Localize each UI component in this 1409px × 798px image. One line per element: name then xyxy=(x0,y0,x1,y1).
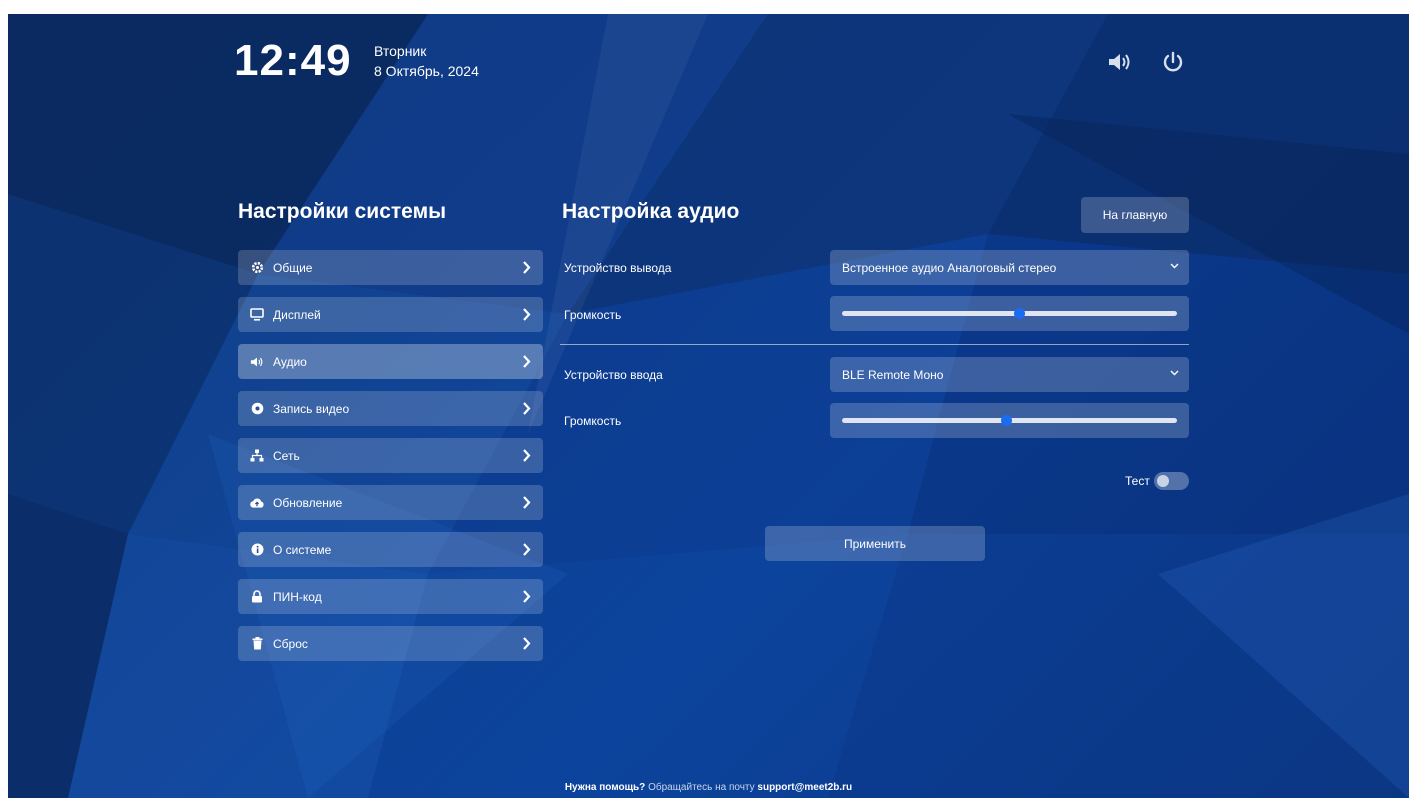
toggle-knob xyxy=(1157,475,1169,487)
menu-item-label: Сброс xyxy=(273,636,308,651)
input-volume-slider[interactable] xyxy=(830,403,1189,438)
divider xyxy=(560,344,1189,345)
chevron-down-icon xyxy=(1170,370,1179,376)
top-icons xyxy=(1107,48,1187,76)
output-device-select[interactable]: Встроенное аудио Аналоговый стерео xyxy=(830,250,1189,285)
cloud-upload-icon xyxy=(250,496,264,510)
gear-icon xyxy=(250,261,264,275)
clock-time: 12:49 xyxy=(234,36,352,85)
test-toggle[interactable] xyxy=(1154,472,1189,490)
background-pattern xyxy=(8,14,1409,798)
chevron-right-icon xyxy=(523,402,531,415)
chevron-right-icon xyxy=(523,637,531,650)
record-icon xyxy=(250,402,264,416)
info-icon xyxy=(250,543,264,557)
weekday: Вторник xyxy=(374,43,427,59)
screen: 12:49 Вторник 8 Октябрь, 2024 Настройки … xyxy=(8,14,1409,798)
chevron-down-icon xyxy=(1170,263,1179,269)
menu-item-general[interactable]: Общие xyxy=(238,250,543,285)
menu-item-display[interactable]: Дисплей xyxy=(238,297,543,332)
chevron-right-icon xyxy=(523,308,531,321)
output-device-label: Устройство вывода xyxy=(564,261,672,275)
slider-thumb[interactable] xyxy=(1014,308,1026,319)
input-device-select[interactable]: BLE Remote Моно xyxy=(830,357,1189,392)
trash-icon xyxy=(250,637,264,651)
menu-item-label: Дисплей xyxy=(273,307,321,322)
monitor-icon xyxy=(250,308,264,322)
chevron-right-icon xyxy=(523,496,531,509)
input-volume-label: Громкость xyxy=(564,414,622,428)
menu-item-network[interactable]: Сеть xyxy=(238,438,543,473)
date-block: Вторник 8 Октябрь, 2024 xyxy=(374,41,479,81)
input-device-value: BLE Remote Моно xyxy=(842,367,944,382)
chevron-right-icon xyxy=(523,449,531,462)
menu-item-label: Аудио xyxy=(273,354,307,369)
chevron-right-icon xyxy=(523,355,531,368)
output-device-value: Встроенное аудио Аналоговый стерео xyxy=(842,260,1057,275)
menu-item-update[interactable]: Обновление xyxy=(238,485,543,520)
support-email-link[interactable]: support@meet2b.ru xyxy=(757,782,852,793)
menu-item-about[interactable]: О системе xyxy=(238,532,543,567)
slider-track xyxy=(842,311,1177,316)
menu-item-label: ПИН-код xyxy=(273,589,322,604)
chevron-right-icon xyxy=(523,590,531,603)
slider-thumb[interactable] xyxy=(1000,415,1012,426)
speaker-icon xyxy=(250,355,264,369)
footer: Нужна помощь? Обращайтесь на почту suppo… xyxy=(8,782,1409,793)
lock-icon xyxy=(250,590,264,604)
menu-item-label: Сеть xyxy=(273,448,300,463)
help-text: Нужна помощь? xyxy=(564,782,646,793)
menu-item-reset[interactable]: Сброс xyxy=(238,626,543,661)
settings-menu: Общие Дисплей Аудио Запись видео Сеть Об… xyxy=(238,250,543,673)
output-volume-slider[interactable] xyxy=(830,296,1189,331)
menu-item-video-record[interactable]: Запись видео xyxy=(238,391,543,426)
audio-settings-title: Настройка аудио xyxy=(562,200,740,223)
settings-title: Настройки системы xyxy=(238,200,447,223)
date: 8 Октябрь, 2024 xyxy=(374,63,479,79)
volume-icon[interactable] xyxy=(1107,48,1135,76)
home-button[interactable]: На главную xyxy=(1081,197,1189,233)
chevron-right-icon xyxy=(523,543,531,556)
chevron-right-icon xyxy=(523,261,531,274)
network-icon xyxy=(250,449,264,463)
help-description: Обращайтесь на почту xyxy=(645,782,758,793)
input-device-label: Устройство ввода xyxy=(564,368,663,382)
menu-item-label: Обновление xyxy=(273,495,343,510)
output-volume-label: Громкость xyxy=(564,308,622,322)
power-icon[interactable] xyxy=(1159,48,1187,76)
menu-item-label: Запись видео xyxy=(273,401,350,416)
test-label: Тест xyxy=(1125,474,1150,488)
menu-item-pin[interactable]: ПИН-код xyxy=(238,579,543,614)
menu-item-label: Общие xyxy=(273,260,313,275)
menu-item-label: О системе xyxy=(273,542,332,557)
menu-item-audio[interactable]: Аудио xyxy=(238,344,543,379)
apply-button[interactable]: Применить xyxy=(765,526,985,561)
